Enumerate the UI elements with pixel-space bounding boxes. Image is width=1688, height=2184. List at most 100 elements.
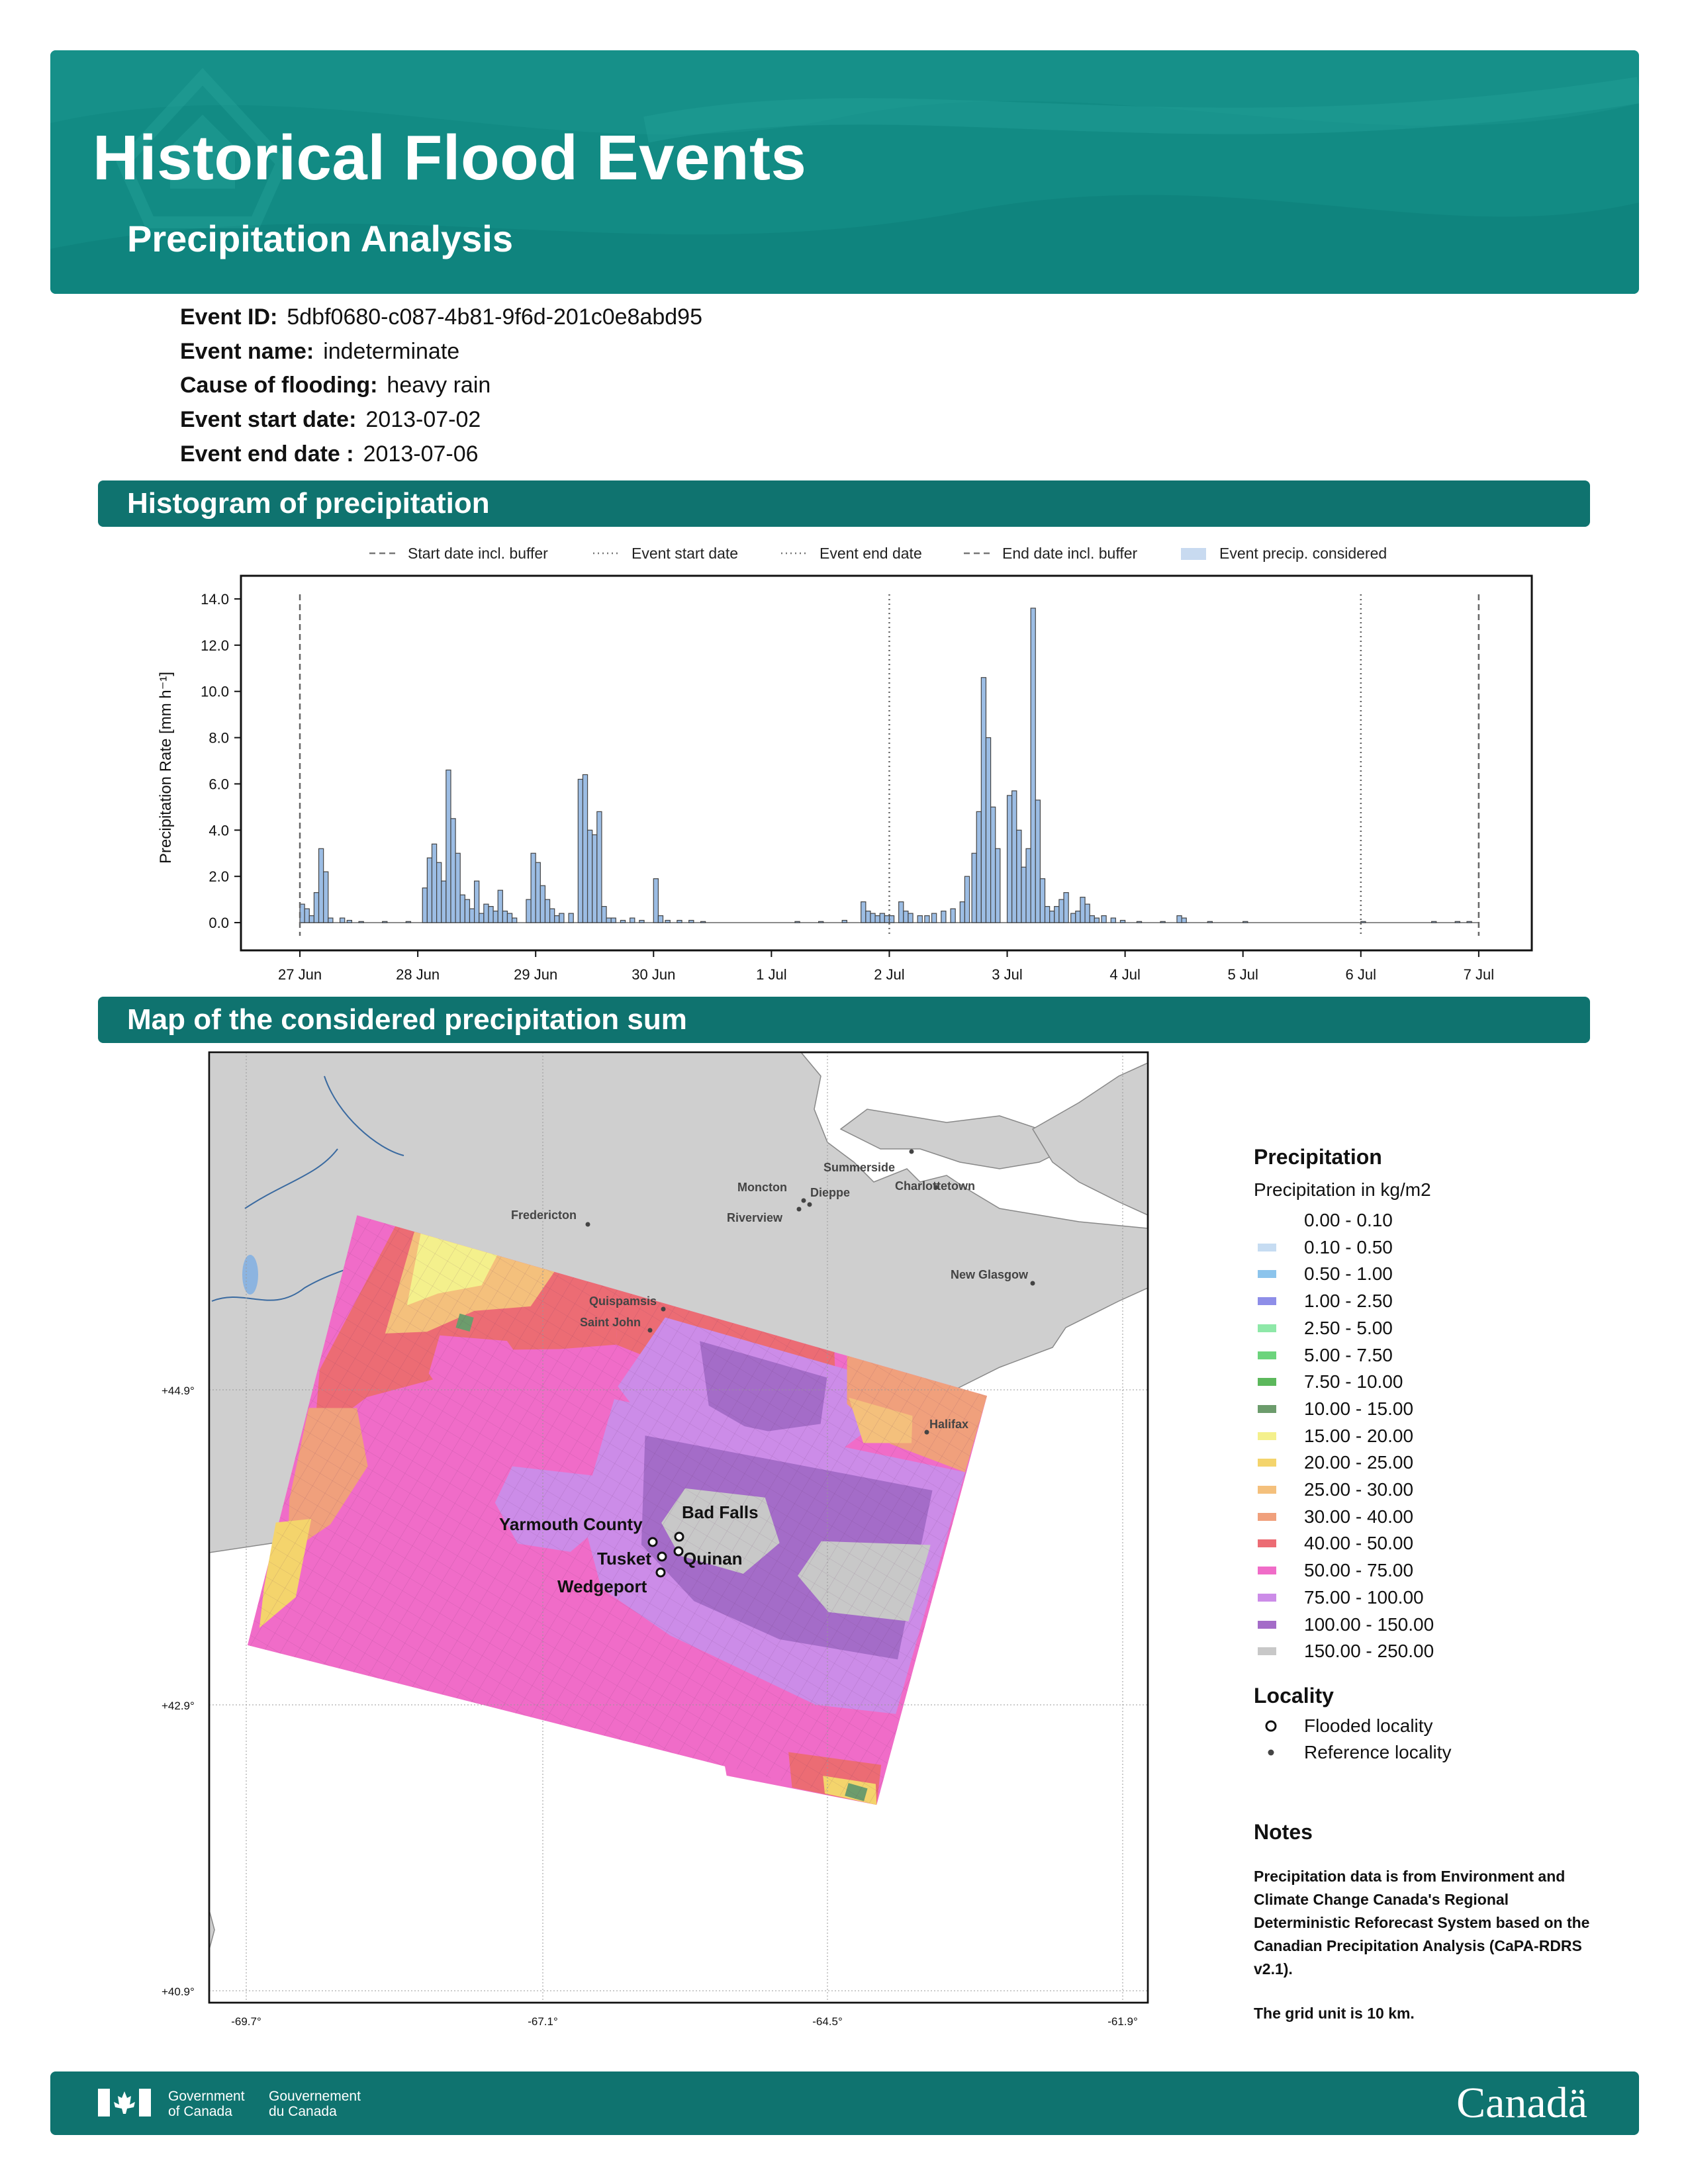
histogram-bar	[586, 829, 593, 923]
histogram-bar	[879, 913, 885, 923]
histogram-bar	[917, 915, 923, 923]
canada-flag-icon	[98, 2089, 151, 2116]
legend-swatch	[1258, 1593, 1276, 1602]
histogram-bar	[450, 818, 456, 923]
histogram-bar	[459, 894, 465, 923]
legend-swatch	[1258, 1378, 1276, 1387]
histogram-bar	[1025, 848, 1031, 923]
histogram-bar	[1021, 866, 1027, 923]
locality-legend-title: Locality	[1254, 1684, 1334, 1707]
chart-legend: Start date incl. buffer Event start date…	[369, 545, 1387, 562]
histogram-bar	[346, 919, 352, 923]
histogram-bar	[1243, 921, 1248, 923]
histogram-bar	[620, 919, 626, 923]
flooded-locality-marker	[647, 1537, 658, 1547]
legend-class-label: 2.50 - 5.00	[1304, 1317, 1393, 1338]
histogram-bar	[861, 901, 867, 923]
legend-class-label: 25.00 - 30.00	[1304, 1479, 1414, 1500]
histogram-bar	[596, 811, 602, 923]
histogram-bar	[441, 880, 447, 923]
histogram-bar	[328, 917, 334, 923]
event-name-value: indeterminate	[323, 339, 460, 364]
histogram-bar	[985, 737, 992, 923]
histogram-bar	[535, 862, 541, 923]
histogram-bar	[1101, 915, 1107, 923]
reference-locality-marker	[909, 1149, 914, 1154]
histogram-bar	[1049, 911, 1055, 923]
legend-class-label: 0.10 - 0.50	[1304, 1236, 1393, 1257]
reference-locality-label: Reference locality	[1304, 1742, 1452, 1762]
histogram-bar	[841, 919, 847, 923]
histogram-bar	[313, 892, 320, 923]
histogram-bar	[426, 857, 433, 923]
histogram-bar	[530, 852, 536, 923]
histogram-bar	[1119, 919, 1126, 923]
locality-summerside: Summerside	[823, 1161, 895, 1174]
histogram-bar	[464, 899, 471, 923]
event-start-value: 2013-07-02	[365, 407, 481, 432]
y-tick-label: 0.0	[209, 915, 229, 931]
legend-class-label: 15.00 - 20.00	[1304, 1425, 1414, 1446]
footer-bar: Government of Canada Gouvernement du Can…	[50, 2071, 1639, 2135]
event-start-label: Event start date:	[180, 407, 357, 432]
histogram-bar	[610, 917, 616, 923]
x-tick-label: 1 Jul	[756, 966, 786, 983]
histogram-bar	[1080, 897, 1086, 923]
histogram-bar	[539, 885, 546, 923]
legend-subtitle: Precipitation in kg/m2	[1254, 1179, 1431, 1200]
histogram-bar	[865, 911, 871, 923]
histogram-bar	[308, 915, 315, 923]
gov-fr-line1: Gouvernement	[269, 2089, 361, 2104]
legend-label-event-end: Event end date	[820, 545, 922, 562]
legend-swatch	[1258, 1216, 1276, 1224]
histogram-bar	[941, 911, 947, 923]
histogram-bar	[1016, 829, 1022, 923]
histogram-bar	[492, 911, 498, 923]
locality-dieppe: Dieppe	[810, 1186, 850, 1199]
notes-title: Notes	[1254, 1820, 1313, 1844]
histogram-bar	[950, 908, 956, 923]
legend-class-label: 0.00 - 0.10	[1304, 1210, 1393, 1230]
flooded-locality-label: Flooded locality	[1304, 1715, 1433, 1736]
legend-swatch	[1258, 1351, 1276, 1359]
x-tick-label: 30 Jun	[632, 966, 675, 983]
legend-swatch	[1258, 1486, 1276, 1494]
legend-swatch-event-precip	[1181, 548, 1206, 560]
event-end-value: 2013-07-06	[363, 441, 479, 467]
header-banner: Historical Flood Events Precipitation An…	[50, 50, 1639, 294]
y-tick-label: 2.0	[209, 868, 229, 885]
gov-fr: Gouvernement du Canada	[269, 2089, 361, 2119]
histogram-bar	[639, 919, 645, 923]
event-cause-row: Cause of flooding: heavy rain	[180, 373, 491, 398]
histogram-bar	[436, 862, 442, 923]
reference-locality-marker	[807, 1202, 812, 1207]
notes-grid: The grid unit is 10 km.	[1254, 2005, 1415, 2022]
legend-class-label: 1.00 - 2.50	[1304, 1291, 1393, 1312]
legend-swatch	[1258, 1432, 1276, 1440]
event-id-value: 5dbf0680-c087-4b81-9f6d-201c0e8abd95	[287, 304, 702, 330]
histogram-bar	[606, 917, 612, 923]
reference-locality-marker	[647, 1328, 653, 1333]
legend-label-start-buffer: Start date incl. buffer	[408, 545, 548, 562]
legend-swatch	[1258, 1539, 1276, 1548]
flooded-locality-icon	[1265, 1720, 1277, 1732]
locality-wedgeport: Wedgeport	[557, 1576, 647, 1596]
reference-locality-marker	[924, 1430, 929, 1435]
histogram-bar	[794, 921, 800, 923]
histogram-bar	[339, 917, 346, 923]
histogram-bar	[874, 915, 880, 923]
histogram-bar	[445, 769, 451, 923]
lon-label: -67.1°	[528, 2015, 558, 2028]
legend-class-label: 75.00 - 100.00	[1304, 1586, 1424, 1608]
histogram-bar	[405, 921, 412, 923]
histogram-bar	[1035, 799, 1041, 923]
event-cause-value: heavy rain	[387, 373, 491, 398]
histogram-bar	[1089, 915, 1095, 923]
histogram-bar	[559, 913, 565, 923]
histogram-bar	[630, 917, 635, 923]
reference-locality-marker	[585, 1222, 590, 1227]
lat-label-2: +42.9°	[162, 1700, 195, 1712]
histogram-bar	[382, 921, 388, 923]
histogram-bar	[1030, 608, 1036, 923]
legend-label-event-precip: Event precip. considered	[1219, 545, 1387, 562]
